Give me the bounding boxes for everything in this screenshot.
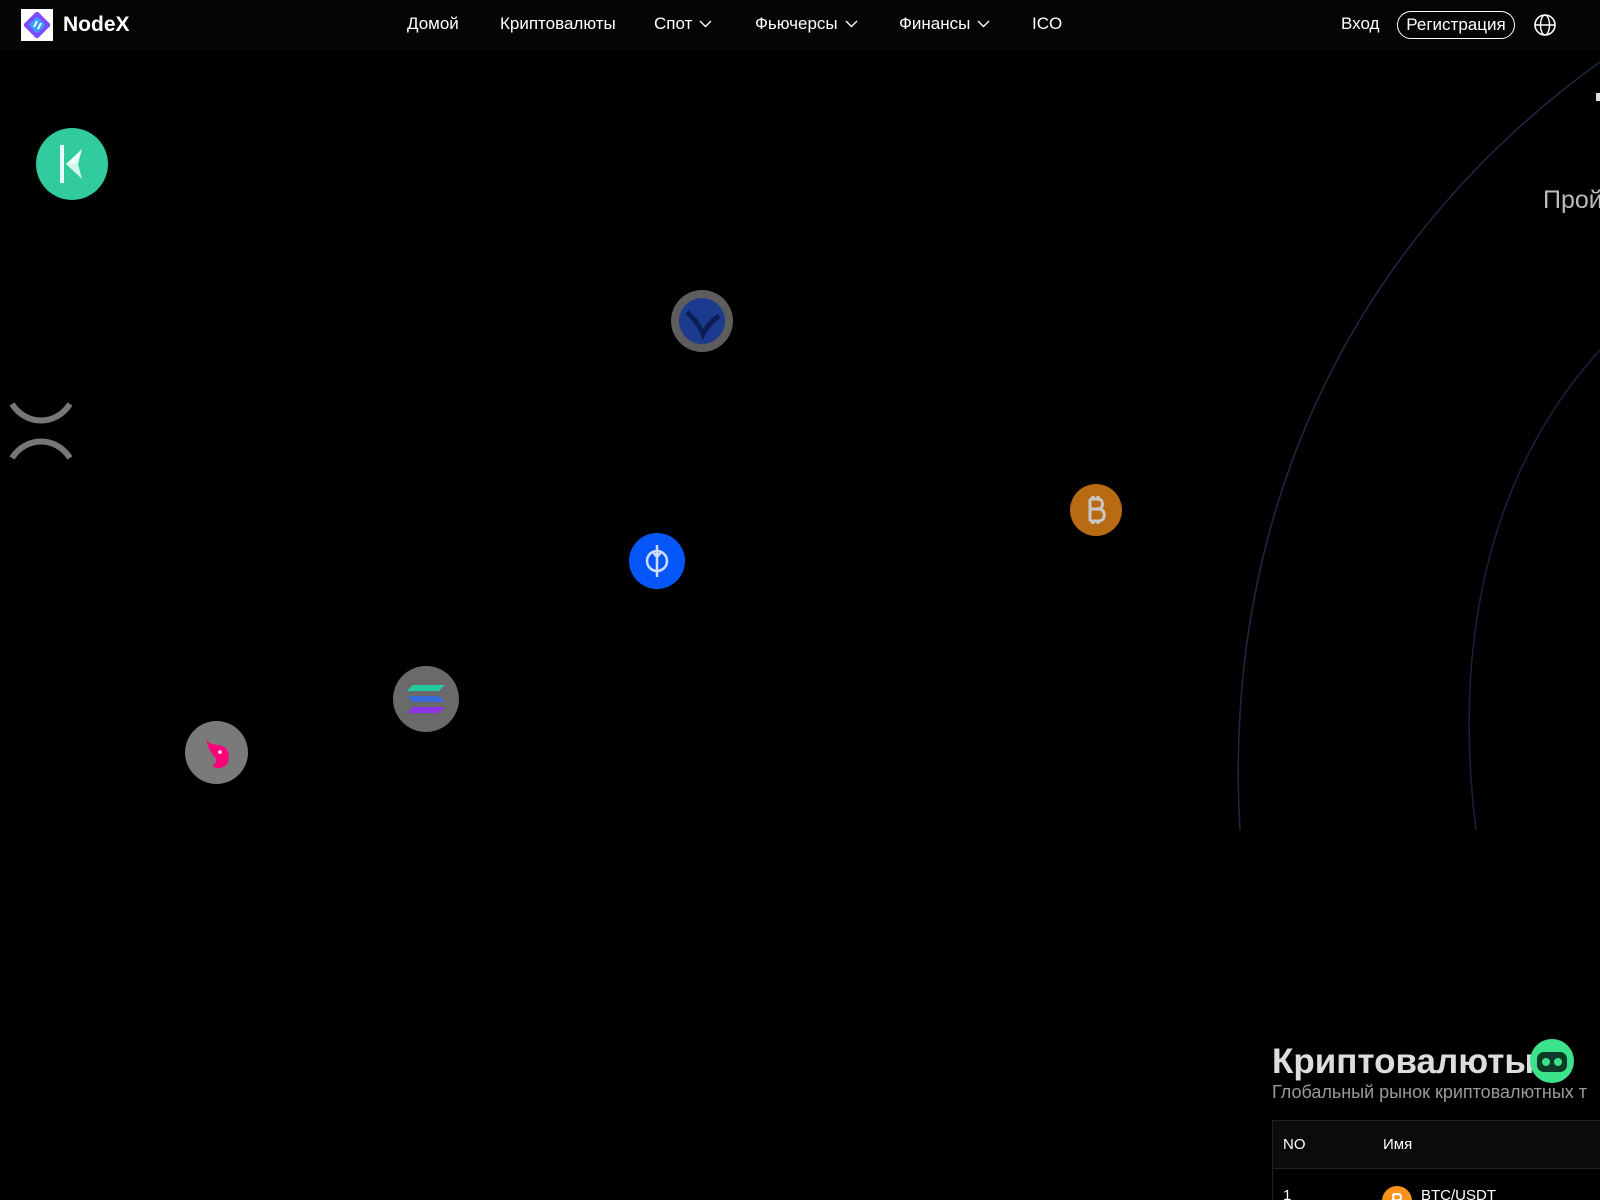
brand-logo[interactable]: NodeX [21, 9, 130, 41]
table-row[interactable]: 1 BTC/USDT [1273, 1169, 1600, 1200]
column-header-name: Имя [1383, 1136, 1413, 1153]
nav-futures-label: Фьючерсы [755, 14, 838, 33]
table-header: NO Имя [1273, 1121, 1600, 1169]
nav-spot-label: Спот [654, 14, 693, 33]
xrp-icon [9, 402, 73, 460]
nav-spot[interactable]: Спот [654, 14, 712, 34]
nav-futures[interactable]: Фьючерсы [755, 14, 858, 34]
top-navbar: NodeX Домой Криптовалюты Спот Фьючерсы Ф… [0, 0, 1600, 50]
bitcoin-icon [1070, 484, 1122, 536]
robot-icon [1530, 1039, 1574, 1083]
row-pair: BTC/USDT [1421, 1187, 1496, 1200]
hero-subtitle: Прой [1543, 186, 1600, 214]
hero-title-fragment [1596, 93, 1600, 101]
brand-name: NodeX [63, 13, 130, 36]
nav-finance[interactable]: Финансы [899, 14, 990, 34]
chevron-down-icon [845, 20, 858, 28]
register-button[interactable]: Регистрация [1397, 11, 1515, 39]
nav-ico[interactable]: ICO [1032, 14, 1062, 34]
orbit-arcs [1237, 61, 1600, 831]
yearn-icon [629, 533, 685, 589]
login-link[interactable]: Вход [1341, 14, 1379, 34]
markets-title: Криптовалюты [1272, 1042, 1535, 1081]
page: NodeX Домой Криптовалюты Спот Фьючерсы Ф… [0, 0, 1600, 1200]
solana-icon [393, 666, 459, 732]
column-header-no: NO [1283, 1136, 1306, 1153]
markets-subtitle: Глобальный рынок криптовалютных т [1272, 1082, 1588, 1102]
chevron-down-icon [699, 20, 712, 28]
kyber-icon [36, 128, 108, 200]
nav-home[interactable]: Домой [407, 14, 459, 34]
row-number: 1 [1283, 1187, 1292, 1200]
chevron-down-icon [977, 20, 990, 28]
terra-icon [671, 290, 733, 352]
markets-table: NO Имя 1 BTC/USDT [1272, 1120, 1600, 1200]
globe-icon[interactable] [1533, 13, 1557, 37]
nav-finance-label: Финансы [899, 14, 971, 33]
uniswap-icon [185, 721, 248, 784]
nav-crypto[interactable]: Криптовалюты [500, 14, 616, 34]
nodex-logo-icon [21, 9, 53, 41]
